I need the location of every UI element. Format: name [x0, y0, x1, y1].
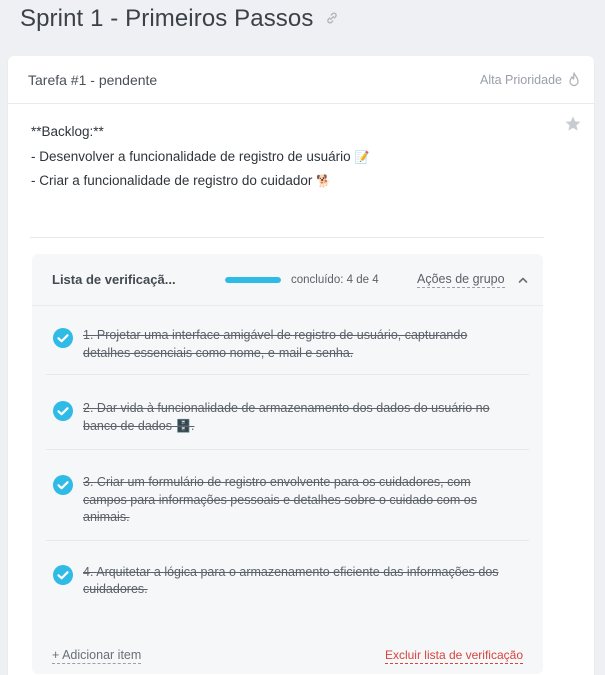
priority-badge[interactable]: Alta Prioridade — [480, 71, 580, 88]
description-line-1: **Backlog:** — [31, 124, 104, 139]
divider — [30, 237, 544, 238]
priority-label: Alta Prioridade — [480, 72, 562, 87]
chevron-up-icon[interactable] — [517, 274, 529, 286]
description-line-2: - Desenvolver a funcionalidade de regist… — [31, 145, 369, 170]
checklist-item-text: 1. Projetar uma interface amigável de re… — [83, 327, 509, 362]
checklist-item[interactable]: 3. Criar um formulário de registro envol… — [46, 450, 529, 541]
check-circle-icon[interactable] — [52, 474, 74, 496]
item-number: 3. — [83, 475, 94, 489]
page-title: Sprint 1 - Primeiros Passos — [20, 5, 314, 32]
star-icon[interactable] — [564, 115, 582, 133]
checklist-item[interactable]: 2. Dar vida à funcionalidade de armazena… — [46, 375, 529, 450]
description-text-3: - Criar a funcionalidade de registro do … — [31, 173, 313, 188]
delete-checklist-button[interactable]: Excluir lista de verificação — [384, 648, 523, 664]
item-label: Arquitetar a lógica para o armazenamento… — [83, 564, 499, 597]
item-number: 2. — [83, 401, 94, 415]
task-description: **Backlog:** - Desenvolver a funcionalid… — [31, 120, 369, 194]
task-header: Tarefa #1 - pendente Alta Prioridade — [8, 56, 594, 104]
progress-bar — [225, 276, 281, 283]
add-item-button[interactable]: + Adicionar item — [52, 648, 142, 664]
checklist-header: Lista de verificaçã... concluído: 4 de 4… — [32, 254, 543, 306]
progress-fill — [225, 276, 281, 283]
description-text-2: - Desenvolver a funcionalidade de regist… — [31, 148, 351, 164]
task-card: Tarefa #1 - pendente Alta Prioridade **B… — [8, 56, 594, 675]
page-header: Sprint 1 - Primeiros Passos — [20, 4, 341, 34]
checklist-item-text: 2. Dar vida à funcionalidade de armazena… — [83, 400, 509, 435]
checklist-item[interactable]: 1. Projetar uma interface amigável de re… — [46, 306, 529, 375]
checklist-item[interactable]: 4. Arquitetar a lógica para o armazename… — [46, 541, 529, 611]
flame-icon — [568, 71, 580, 88]
checklist-title[interactable]: Lista de verificaçã... — [52, 272, 225, 287]
dog-emoji: 🐕 — [316, 174, 332, 188]
item-label: Projetar uma interface amigável de regis… — [83, 328, 468, 360]
checklist-footer: + Adicionar item Excluir lista de verifi… — [52, 644, 523, 668]
link-icon[interactable] — [325, 11, 341, 27]
item-label: Dar vida à funcionalidade de armazenamen… — [83, 401, 490, 433]
check-circle-icon[interactable] — [52, 564, 74, 586]
checklist-items: 1. Projetar uma interface amigável de re… — [32, 306, 543, 611]
description-line-3: - Criar a funcionalidade de registro do … — [31, 169, 369, 194]
progress-text: concluído: 4 de 4 — [291, 273, 379, 286]
memo-emoji: 📝 — [354, 149, 370, 164]
item-number: 1. — [83, 328, 94, 342]
task-title: Tarefa #1 - pendente — [28, 71, 158, 88]
item-label: Criar um formulário de registro envolven… — [83, 475, 477, 524]
check-circle-icon[interactable] — [52, 400, 74, 422]
group-actions-link[interactable]: Ações de grupo — [417, 272, 505, 288]
checklist-item-text: 4. Arquitetar a lógica para o armazename… — [83, 564, 509, 599]
check-circle-icon[interactable] — [52, 327, 74, 349]
item-number: 4. — [83, 564, 94, 579]
checklist-item-text: 3. Criar um formulário de registro envol… — [83, 474, 509, 527]
checklist: Lista de verificaçã... concluído: 4 de 4… — [32, 254, 543, 674]
